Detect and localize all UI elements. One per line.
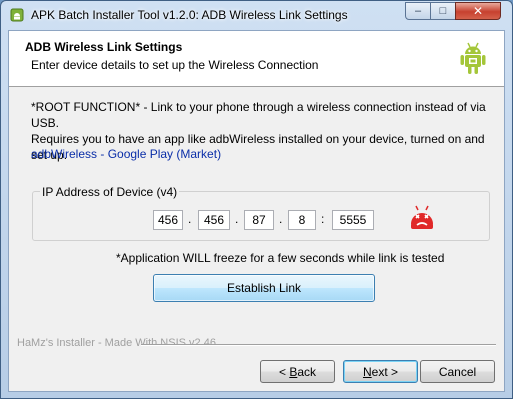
next-mnemonic: N: [362, 364, 372, 379]
ip-octet-4-input[interactable]: [288, 210, 316, 230]
back-mnemonic: B: [289, 364, 298, 379]
title-bar[interactable]: APK Batch Installer Tool v1.2.0: ADB Wir…: [1, 1, 512, 29]
cancel-button[interactable]: Cancel: [420, 360, 495, 383]
ip-separator-dot: .: [279, 212, 283, 226]
page-title: ADB Wireless Link Settings: [25, 40, 183, 54]
next-button[interactable]: N ext >: [343, 360, 418, 383]
installer-branding: HaMz's Installer - Made With NSIS v2.46: [17, 337, 216, 349]
adbwireless-store-link[interactable]: adbWireless - Google Play (Market): [31, 147, 221, 161]
window-title: APK Batch Installer Tool v1.2.0: ADB Wir…: [31, 8, 348, 22]
android-robot-icon: [460, 42, 486, 74]
maximize-button[interactable]: □: [430, 2, 456, 20]
ip-separator-dot: .: [188, 212, 192, 226]
android-icon: [10, 8, 24, 22]
ip-separator-dot: .: [235, 212, 239, 226]
next-label-rest: ext >: [371, 364, 399, 379]
minimize-button[interactable]: –: [405, 2, 431, 20]
ip-group-label: IP Address of Device (v4): [40, 185, 180, 199]
close-button[interactable]: ✕: [455, 2, 501, 20]
page-subtitle: Enter device details to set up the Wirel…: [31, 58, 319, 72]
desc-line-1: *ROOT FUNCTION* - Link to your phone thr…: [31, 100, 486, 130]
ip-octet-1-input[interactable]: [153, 210, 183, 230]
ip-octet-2-input[interactable]: [198, 210, 230, 230]
back-label-rest: ack: [297, 364, 317, 379]
port-input[interactable]: [332, 210, 374, 230]
android-error-icon: [411, 205, 433, 229]
footer-divider: [141, 344, 496, 346]
freeze-warning: *Application WILL freeze for a few secon…: [116, 251, 445, 265]
dialog-client-area: ADB Wireless Link Settings Enter device …: [8, 30, 505, 392]
page-header: ADB Wireless Link Settings Enter device …: [9, 31, 504, 87]
installer-window: APK Batch Installer Tool v1.2.0: ADB Wir…: [0, 0, 513, 399]
back-button[interactable]: < B ack: [260, 360, 335, 383]
port-separator-colon: :: [321, 212, 325, 226]
establish-link-button[interactable]: Establish Link: [153, 274, 375, 302]
back-prefix: <: [278, 364, 290, 379]
ip-octet-3-input[interactable]: [244, 210, 274, 230]
